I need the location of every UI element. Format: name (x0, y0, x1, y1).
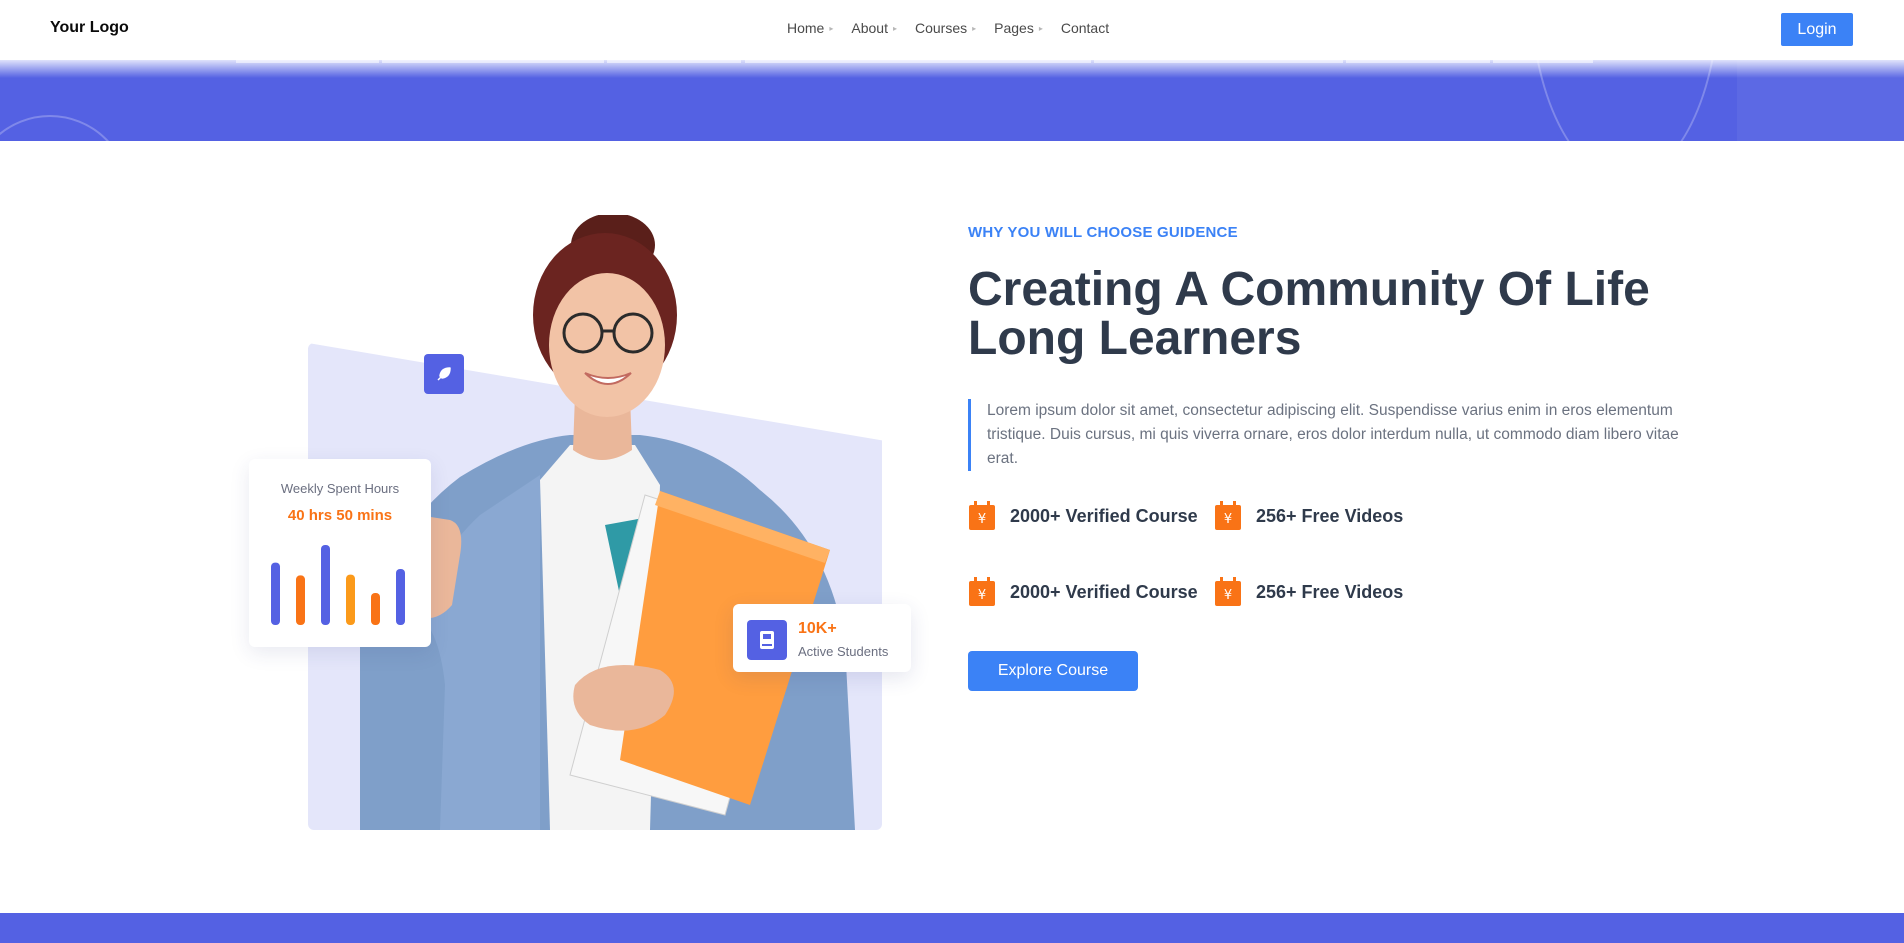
students-label: Active Students (798, 644, 889, 659)
students-badge (747, 620, 787, 660)
hero-description: Lorem ipsum dolor sit amet, consectetur … (968, 399, 1688, 471)
svg-text:¥: ¥ (1224, 512, 1232, 527)
band-divider (1346, 60, 1490, 63)
feature-label: 2000+ Verified Course (1010, 505, 1198, 526)
band-divider (236, 60, 379, 63)
chevron-right-icon: ▸ (829, 23, 834, 33)
decorative-panel (1737, 60, 1904, 141)
svg-text:¥: ¥ (978, 512, 986, 527)
students-count: 10K+ (798, 620, 837, 637)
feather-badge (424, 354, 464, 394)
decorative-circle (0, 115, 130, 141)
nav-item-label: Courses (914, 20, 968, 36)
feature-item: ¥ 2000+ Verified Course (968, 501, 1214, 531)
feature-label: 256+ Free Videos (1256, 581, 1404, 602)
bottom-band (0, 913, 1904, 943)
logo[interactable]: Your Logo (50, 19, 129, 37)
feature-list: ¥ 2000+ Verified Course ¥ 256+ Free Vide… (968, 501, 1688, 607)
weekly-hours-bar (396, 569, 405, 625)
decorative-circle (1530, 60, 1720, 141)
feature-item: ¥ 2000+ Verified Course (968, 577, 1214, 607)
hero-content: WHY YOU WILL CHOOSE GUIDENCE Creating A … (968, 224, 1688, 691)
explore-course-button[interactable]: Explore Course (968, 651, 1138, 691)
band-divider (607, 60, 741, 63)
band-divider (745, 60, 1091, 63)
weekly-hours-bar (371, 593, 380, 625)
nav-item-label: About (851, 20, 888, 36)
nav-item-label: Pages (994, 20, 1034, 36)
main-nav: Home ▸ About ▸ Courses ▸ Pages ▸ Contact (787, 20, 1127, 36)
nav-item-label: Contact (1060, 20, 1110, 36)
weekly-hours-bar (346, 574, 355, 625)
band-divider (382, 60, 604, 63)
chevron-right-icon: ▸ (1038, 23, 1043, 33)
weekly-hours-bar (296, 575, 305, 625)
price-tag-icon: ¥ (969, 501, 995, 530)
band-divider (1493, 60, 1593, 63)
hero-headline: Creating A Community Of Life Long Learne… (968, 265, 1688, 363)
weekly-hours-title: Weekly Spent Hours (280, 481, 400, 496)
login-button[interactable]: Login (1781, 13, 1853, 46)
headline-line-2: Long Learners (968, 312, 1302, 365)
price-tag-icon: ¥ (969, 577, 995, 606)
active-students-card: 10K+ Active Students (733, 604, 911, 672)
hero-top-band (0, 60, 1904, 141)
nav-item-label: Home (787, 20, 825, 36)
nav-item-about[interactable]: About ▸ (851, 20, 897, 36)
feature-item: ¥ 256+ Free Videos (1214, 577, 1460, 607)
top-navigation: Your Logo Home ▸ About ▸ Courses ▸ Pages… (0, 0, 1904, 60)
hero-image-area: Weekly Spent Hours 40 hrs 50 mins 10K+ A… (240, 215, 920, 830)
feature-item: ¥ 256+ Free Videos (1214, 501, 1460, 531)
price-tag-icon: ¥ (1215, 501, 1241, 530)
weekly-hours-bar-chart (271, 545, 405, 625)
band-divider (1094, 60, 1343, 63)
chevron-right-icon: ▸ (972, 23, 977, 33)
book-icon (760, 631, 774, 649)
nav-item-courses[interactable]: Courses ▸ (915, 20, 976, 36)
feature-label: 256+ Free Videos (1256, 505, 1404, 526)
svg-text:¥: ¥ (978, 588, 986, 603)
weekly-hours-value: 40 hrs 50 mins (287, 507, 393, 524)
feather-icon (437, 367, 451, 381)
svg-text:¥: ¥ (1224, 588, 1232, 603)
feature-label: 2000+ Verified Course (1010, 581, 1198, 602)
nav-item-home[interactable]: Home ▸ (787, 20, 833, 36)
weekly-hours-bar (271, 562, 280, 625)
headline-line-1: Creating A Community Of Life (968, 263, 1650, 316)
weekly-hours-card: Weekly Spent Hours 40 hrs 50 mins (249, 459, 431, 647)
section-eyebrow: WHY YOU WILL CHOOSE GUIDENCE (968, 224, 1238, 241)
nav-item-contact[interactable]: Contact (1061, 20, 1109, 36)
nav-item-pages[interactable]: Pages ▸ (994, 20, 1043, 36)
price-tag-icon: ¥ (1215, 577, 1241, 606)
weekly-hours-bar (321, 545, 330, 625)
chevron-right-icon: ▸ (892, 23, 897, 33)
